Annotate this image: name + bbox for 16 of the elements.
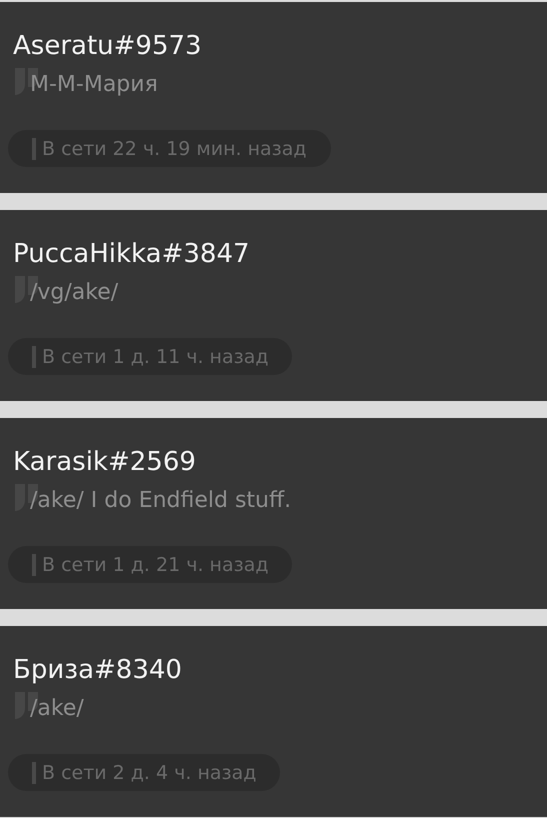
username: PuccaHikka#3847 — [13, 238, 250, 270]
last-seen-text: В сети 22 ч. 19 мин. назад — [42, 138, 307, 160]
profile-card[interactable]: PuccaHikka#3847 /vg/ake/ В сети 1 д. 11 ч. назад — [0, 210, 547, 401]
username: Karasik#2569 — [13, 446, 196, 478]
username: Aseratu#9573 — [13, 30, 202, 62]
profile-card[interactable]: Aseratu#9573 М-М-Мария В сети 22 ч. 19 мин. назад — [0, 2, 547, 193]
status-message: /ake/ I do Endfield stuff. — [30, 488, 292, 512]
last-seen-text: В сети 1 д. 21 ч. назад — [42, 554, 268, 576]
status-message: М-М-Мария — [30, 72, 158, 96]
last-seen-text: В сети 1 д. 11 ч. назад — [42, 346, 268, 368]
profile-card[interactable]: Karasik#2569 /ake/ I do Endfield stuff. В сети 1 д. 21 ч. назад — [0, 418, 547, 609]
status-message: /vg/ake/ — [30, 280, 118, 304]
last-seen-text: В сети 2 д. 4 ч. назад — [42, 762, 256, 784]
username: Бриза#8340 — [13, 654, 182, 686]
status-message: /ake/ — [30, 696, 84, 720]
profile-card[interactable]: Бриза#8340 /ake/ В сети 2 д. 4 ч. назад — [0, 626, 547, 817]
